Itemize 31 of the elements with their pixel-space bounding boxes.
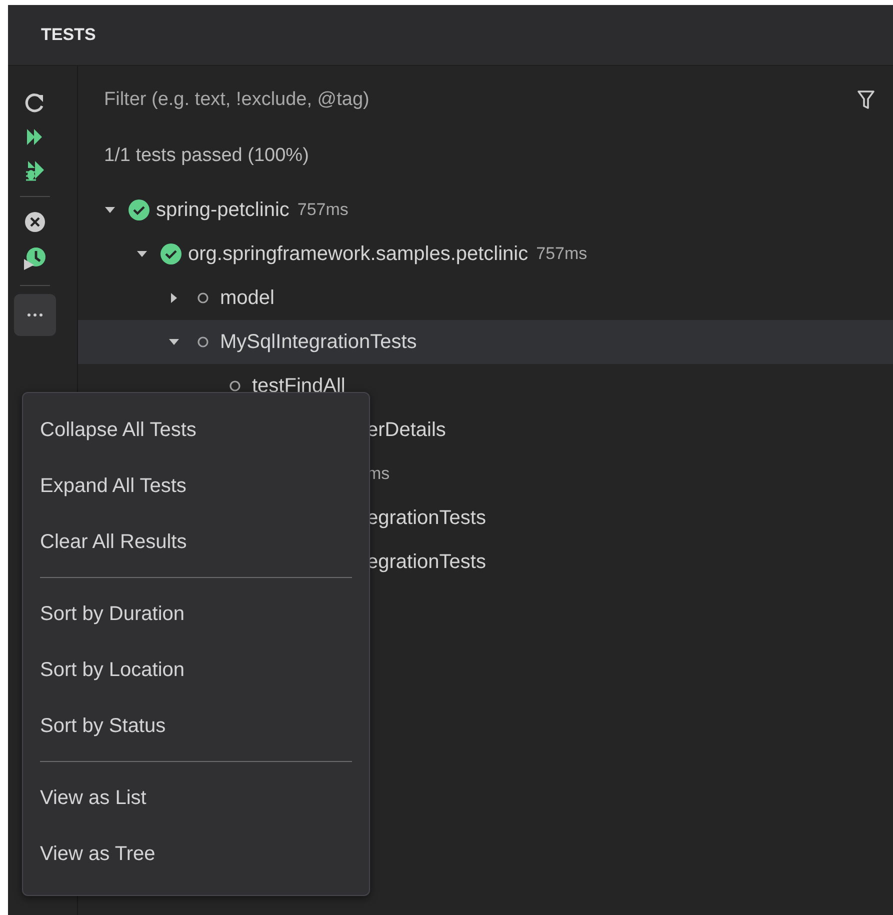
menu-item[interactable]: Sort by Duration — [23, 586, 369, 642]
duration: 757ms — [297, 200, 348, 220]
test-name: spring-petclinic — [156, 198, 290, 222]
filter-icon[interactable] — [857, 90, 875, 110]
duration: 757ms — [536, 244, 588, 264]
test-name: testFindAll — [252, 374, 346, 398]
tree-row[interactable]: model — [78, 276, 893, 320]
ellipsis-icon — [26, 313, 42, 317]
refresh-icon[interactable] — [24, 92, 46, 114]
menu-item[interactable]: Sort by Status — [23, 698, 369, 754]
test-summary: 1/1 tests passed (100%) — [103, 144, 310, 168]
menu-item[interactable]: View as Tree — [23, 826, 369, 882]
test-name: egrationTests — [367, 506, 486, 530]
menu-item[interactable]: Sort by Location — [23, 642, 369, 698]
test-name: model — [220, 286, 274, 310]
clock-run-icon[interactable] — [22, 247, 46, 271]
test-name: egrationTests — [367, 550, 486, 574]
menu-item[interactable]: Expand All Tests — [23, 458, 369, 514]
test-name: erDetails — [367, 418, 446, 442]
menu-item[interactable]: Clear All Results — [23, 514, 369, 570]
run-all-icon[interactable] — [26, 128, 44, 146]
tree-row[interactable]: MySqlIntegrationTests — [78, 320, 893, 364]
menu-item[interactable]: View as List — [23, 770, 369, 826]
tree-row[interactable]: org.springframework.samples.petclinic 757ms — [78, 232, 893, 276]
debug-all-icon[interactable] — [24, 160, 44, 182]
cancel-icon[interactable] — [24, 211, 46, 233]
panel-title: TESTS — [41, 25, 96, 45]
test-name: MySqlIntegrationTests — [220, 330, 417, 354]
tree-row[interactable]: spring-petclinic 757ms — [78, 188, 893, 232]
test-name: org.springframework.samples.petclinic — [188, 242, 528, 266]
filter-field[interactable]: Filter (e.g. text, !exclude, @tag) — [104, 89, 857, 111]
